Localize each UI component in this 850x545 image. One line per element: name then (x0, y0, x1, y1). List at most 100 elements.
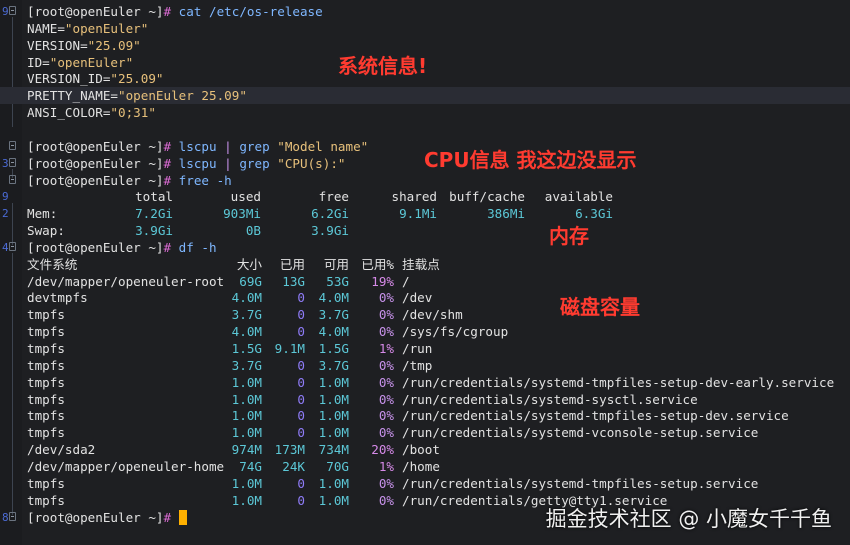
disk-value-cell: 1.5G (231, 341, 262, 356)
command-name: cat (178, 4, 202, 19)
line-content: [root@openEuler ~]# lscpu | grep "CPU(s)… (27, 155, 346, 172)
disk-header-cell: 文件系统 (27, 256, 78, 272)
disk-value-cell: 19% (371, 273, 394, 289)
disk-filesystem: /dev/mapper/openeuler-home (27, 458, 225, 474)
memory-value-cell: 9.1Mi (399, 206, 437, 222)
line-content: [root@openEuler ~]# free -h (27, 172, 232, 189)
command-arg: -h (193, 239, 217, 255)
disk-header-cell: 可用 (323, 256, 349, 272)
os-release-value: "0;31" (110, 105, 156, 121)
disk-value-cell: 0 (297, 357, 305, 373)
prompt-hash: # (163, 239, 179, 255)
os-release-key: NAME= (27, 20, 65, 36)
disk-value-cell: 1.0M (318, 374, 349, 390)
disk-filesystem: tmpfs (27, 307, 65, 323)
disk-value-cell: 1% (378, 458, 394, 474)
memory-header-cell: used (230, 189, 261, 205)
os-release-key: ANSI_COLOR= (27, 105, 111, 121)
line-content: NAME="openEuler" (27, 20, 148, 37)
disk-filesystem: tmpfs (27, 324, 65, 340)
disk-mountpoint: /home (402, 458, 440, 474)
disk-mountpoint: /run/credentials/systemd-tmpfiles-setup.… (402, 475, 759, 491)
disk-value-cell: 0% (378, 408, 394, 424)
command-arg: /etc/os-release (201, 4, 323, 19)
disk-value-cell: 1.0M (231, 492, 262, 508)
disk-filesystem: tmpfs (27, 492, 65, 508)
disk-row: tmpfs 4.0M 0 4.0M 0% /sys/fs/cgroup (0, 323, 850, 340)
disk-value-cell: 0 (297, 307, 305, 323)
annotation-system-info: 系统信息! (338, 54, 428, 78)
disk-value-cell: 1.0M (231, 374, 262, 390)
disk-value-cell: 0% (378, 425, 394, 441)
prompt-hash: # (163, 172, 179, 188)
memory-row: 2 Mem: 7.2Gi 903Mi 6.2Gi 9.1Mi 386Mi 6.3Gi (0, 205, 850, 222)
os-release-value: "openEuler" (49, 54, 134, 70)
annotation-disk: 磁盘容量 (560, 295, 640, 319)
prompt-text: [root@openEuler ~] (27, 239, 164, 255)
disk-value-cell: 3.7G (231, 357, 262, 373)
disk-filesystem: tmpfs (27, 408, 65, 424)
command-string: "CPU(s):" (269, 155, 346, 171)
os-release-line: ANSI_COLOR="0;31" (0, 104, 850, 121)
disk-value-cell: 1.0M (318, 391, 349, 407)
disk-row: tmpfs 3.7G 0 3.7G 0% /dev/shm (0, 306, 850, 323)
disk-value-cell: 53G (326, 273, 349, 289)
fold-toggle-icon[interactable] (9, 6, 16, 15)
disk-mountpoint: /boot (402, 442, 440, 458)
disk-filesystem: tmpfs (27, 391, 65, 407)
disk-value-cell: 70G (326, 458, 349, 474)
disk-value-cell: 3.7G (318, 357, 349, 373)
disk-value-cell: 4.0M (318, 290, 349, 306)
terminal-cursor[interactable] (178, 509, 187, 525)
disk-value-cell: 1.0M (318, 425, 349, 441)
disk-header-cell: 已用% (361, 256, 394, 272)
memory-value-cell: 3.9Gi (311, 223, 349, 239)
disk-value-cell: 0 (297, 425, 305, 441)
command-name: grep (239, 155, 270, 171)
disk-mountpoint: /run (402, 341, 433, 356)
fold-toggle-icon[interactable] (9, 511, 16, 521)
memory-value-cell: 0B (245, 223, 261, 239)
os-release-key: PRETTY_NAME= (27, 88, 118, 104)
disk-row: tmpfs 1.0M 0 1.0M 0% /run/credentials/systemd… (0, 424, 850, 441)
disk-filesystem: tmpfs (27, 357, 65, 373)
memory-value-cell: 386Mi (487, 206, 525, 222)
disk-value-cell: 3.7G (231, 307, 262, 323)
disk-value-cell: 0 (297, 290, 305, 306)
command-arg: -h (209, 172, 232, 188)
fold-toggle-icon[interactable] (9, 157, 16, 167)
disk-row: tmpfs 3.7G 0 3.7G 0% /tmp (0, 357, 850, 374)
fold-toggle-icon[interactable] (9, 241, 16, 251)
disk-row: tmpfs 1.0M 0 1.0M 0% /run/credentials/systemd… (0, 475, 850, 492)
memory-row-label: Mem: (27, 206, 58, 222)
disk-mountpoint: /dev/shm (402, 307, 463, 323)
command-line-free: [root@openEuler ~]# free -h (0, 172, 850, 189)
disk-value-cell: 1.0M (231, 408, 262, 424)
prompt-hash: # (163, 155, 179, 171)
disk-header-cell: 已用 (279, 256, 305, 272)
command-name: lscpu (178, 155, 217, 171)
disk-mountpoint: /sys/fs/cgroup (402, 324, 509, 340)
disk-value-cell: 1.0M (318, 475, 349, 491)
line-content: VERSION_ID="25.09" (27, 70, 163, 87)
os-release-line: PRETTY_NAME="openEuler 25.09" (0, 87, 850, 105)
fold-toggle-icon[interactable] (9, 140, 16, 150)
line-content: PRETTY_NAME="openEuler 25.09" (27, 87, 247, 104)
fold-toggle-icon[interactable] (9, 174, 16, 184)
disk-value-cell: 4.0M (231, 290, 262, 306)
disk-row: tmpfs 1.5G 9.1M 1.5G 1% /run (0, 340, 850, 357)
disk-row: /dev/mapper/openeuler-root 69G 13G 53G 19% / (0, 273, 850, 290)
command-name: lscpu (178, 138, 217, 154)
annotation-memory: 内存 (549, 224, 589, 248)
memory-row-label: Swap: (27, 223, 65, 239)
disk-value-cell: 0% (378, 307, 394, 323)
prompt-text: [root@openEuler ~] (27, 509, 164, 525)
disk-value-cell: 0% (378, 290, 394, 306)
prompt-hash: # (163, 509, 179, 525)
memory-header-cell: available (544, 189, 613, 205)
disk-filesystem: /dev/sda2 (27, 442, 96, 458)
disk-row: tmpfs 1.0M 0 1.0M 0% /run/credentials/systemd… (0, 391, 850, 408)
disk-filesystem: tmpfs (27, 374, 65, 390)
disk-value-cell: 24K (282, 458, 305, 474)
pipe-symbol: | (216, 155, 240, 171)
